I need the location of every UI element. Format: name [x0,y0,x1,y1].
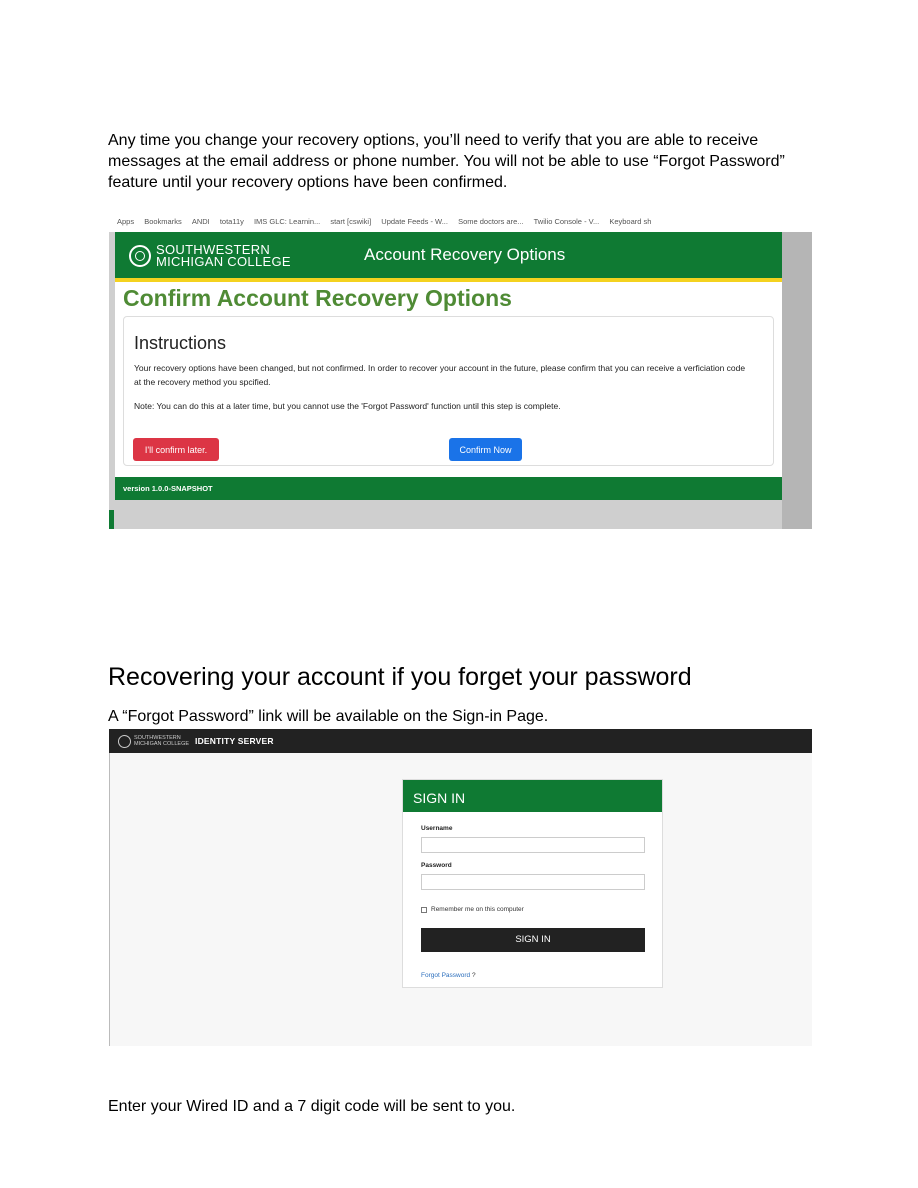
forgot-password-row: Forgot Password ? [421,972,476,979]
app-header: SOUTHWESTERN MICHIGAN COLLEGE Account Re… [115,232,782,282]
college-logo[interactable]: SOUTHWESTERN MICHIGAN COLLEGE [129,243,291,269]
section-heading: Recovering your account if you forget yo… [108,663,692,691]
username-input[interactable] [421,837,645,853]
instructions-text: Your recovery options have been changed,… [134,363,746,387]
college-seal-icon [118,734,131,748]
background-shade [782,232,812,529]
identity-server-topbar: SOUTHWESTERN MICHIGAN COLLEGE IDENTITY S… [109,729,812,753]
remember-me-label: Remember me on this computer [431,906,524,913]
bookmark-item[interactable]: Some doctors are... [458,217,523,226]
page-title: Confirm Account Recovery Options [123,285,512,311]
server-name: IDENTITY SERVER [195,736,274,746]
bookmark-item[interactable]: tota11y [220,217,244,226]
bookmark-item[interactable]: Keyboard sh [609,217,651,226]
logo-line-2: MICHIGAN COLLEGE [134,741,190,747]
confirm-later-button[interactable]: I'll confirm later. [133,438,219,461]
version-footer: version 1.0.0-SNAPSHOT [115,477,782,500]
bookmark-item[interactable]: start [cswiki] [330,217,371,226]
forgot-link-note: A “Forgot Password” link will be availab… [108,708,549,725]
remember-me-checkbox[interactable] [421,906,427,913]
logo-line-2: MICHIGAN COLLEGE [156,254,291,269]
username-label: Username [421,825,453,832]
remember-me-row: Remember me on this computer [421,906,524,913]
screenshot-account-recovery: Apps Bookmarks ANDI tota11y IMS GLC: Lea… [109,214,812,529]
password-label: Password [421,862,452,869]
college-name: SOUTHWESTERN MICHIGAN COLLEGE [156,243,291,269]
instructions-card: Instructions Your recovery options have … [123,316,774,466]
password-input[interactable] [421,874,645,890]
bookmark-item[interactable]: Twilio Console - V... [534,217,600,226]
sign-in-title: SIGN IN [403,780,662,812]
confirm-now-button[interactable]: Confirm Now [449,438,522,461]
college-seal-icon [129,245,151,267]
instructions-heading: Instructions [134,333,227,353]
note-text: Note: You can do this at a later time, b… [134,401,561,411]
college-name[interactable]: SOUTHWESTERN MICHIGAN COLLEGE [134,735,189,747]
window-edge [109,753,110,1046]
background-edge [109,510,114,529]
bookmarks-bar: Apps Bookmarks ANDI tota11y IMS GLC: Lea… [109,214,812,232]
bookmark-item[interactable]: ANDI [192,217,210,226]
sign-in-button[interactable]: SIGN IN [421,928,645,952]
forgot-password-link[interactable]: Forgot Password [421,972,470,979]
forgot-password-suffix: ? [471,972,476,979]
recovery-app-window: SOUTHWESTERN MICHIGAN COLLEGE Account Re… [115,232,782,500]
intro-paragraph: Any time you change your recovery option… [108,132,785,191]
bookmark-item[interactable]: Apps [117,217,134,226]
bookmark-item[interactable]: IMS GLC: Learnin... [254,217,320,226]
sign-in-card: SIGN IN Username Password Remember me on… [402,779,663,988]
header-title: Account Recovery Options [364,245,566,264]
bookmark-item[interactable]: Update Feeds - W... [381,217,448,226]
outro-paragraph: Enter your Wired ID and a 7 digit code w… [108,1098,516,1115]
bookmark-item[interactable]: Bookmarks [144,217,182,226]
screenshot-sign-in: SOUTHWESTERN MICHIGAN COLLEGE IDENTITY S… [109,729,812,1046]
